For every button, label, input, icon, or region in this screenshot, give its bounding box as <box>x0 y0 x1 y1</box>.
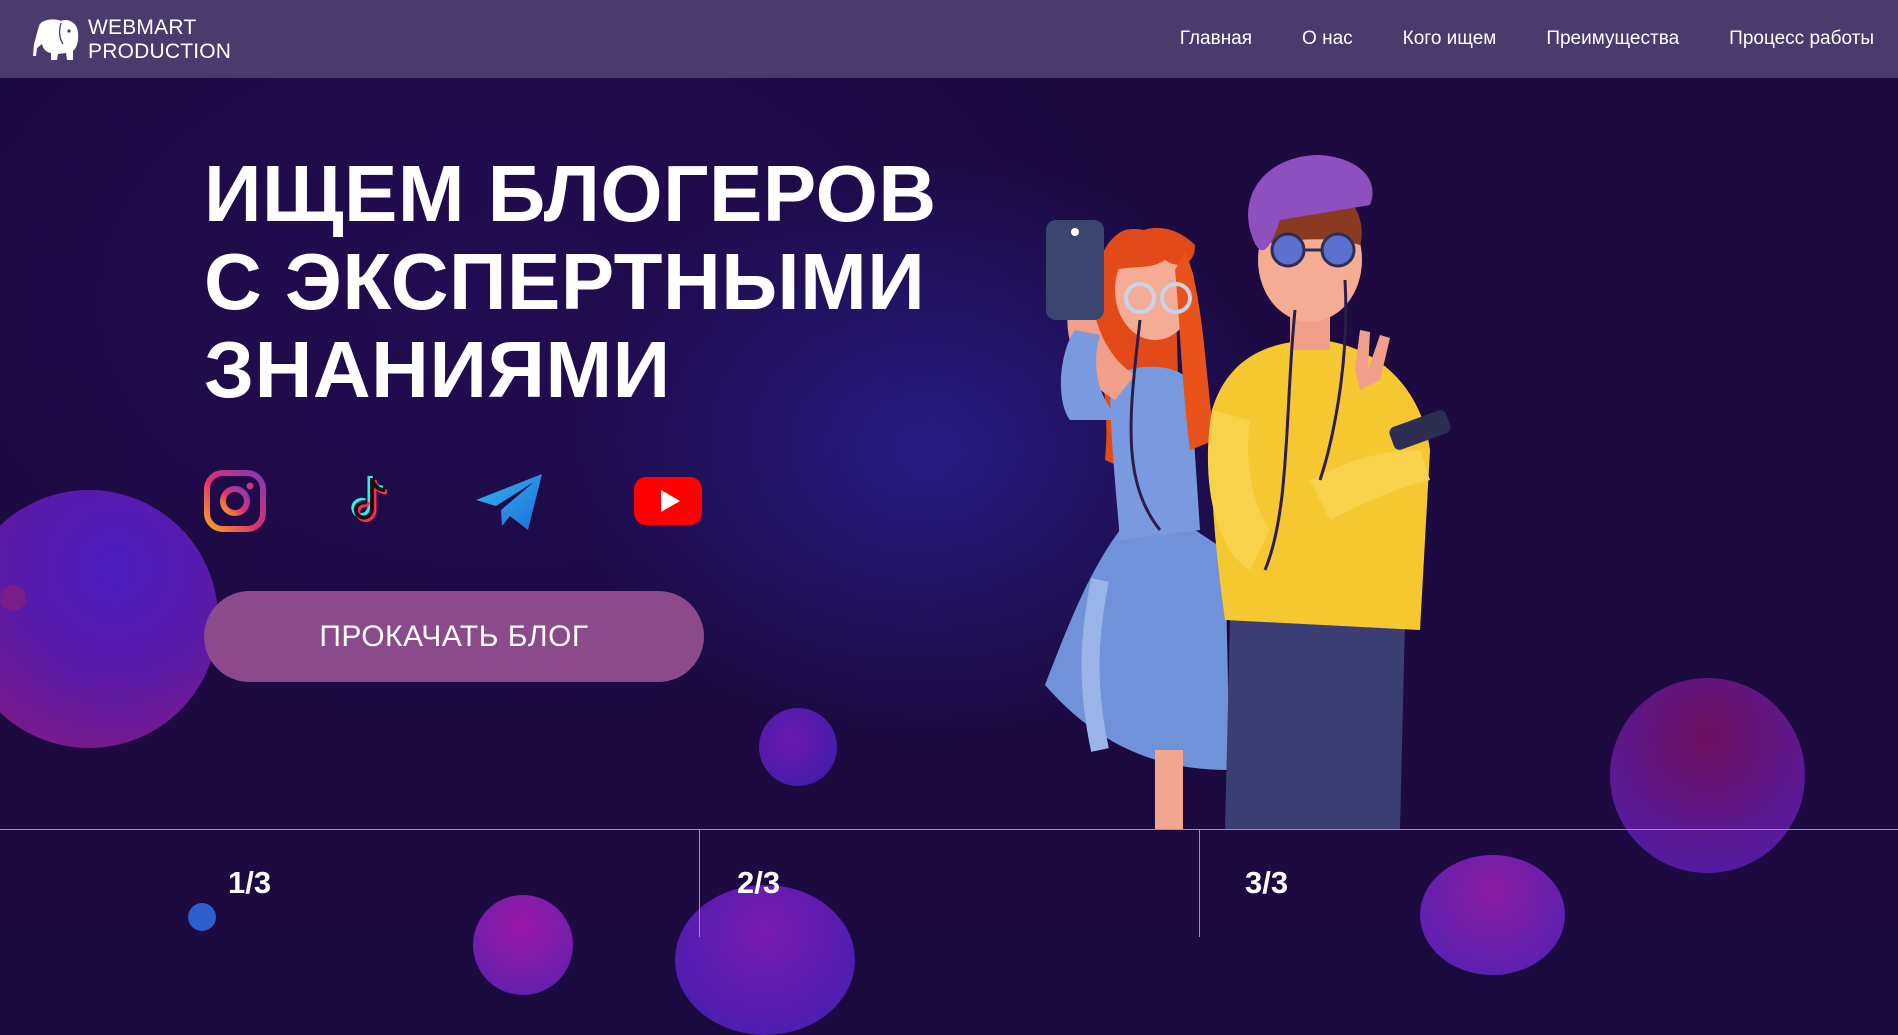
nav-link-about[interactable]: О нас <box>1302 28 1353 50</box>
nav-link-who-we-seek[interactable]: Кого ищем <box>1403 28 1497 50</box>
divider-vertical <box>699 829 700 937</box>
divider-vertical <box>1199 829 1200 937</box>
decor-bubble <box>0 585 26 611</box>
telegram-icon[interactable] <box>474 470 546 532</box>
nav-link-workflow[interactable]: Процесс работы <box>1729 28 1874 50</box>
site-header: WEBMART PRODUCTION Главная О нас Кого ищ… <box>0 0 1898 78</box>
logo-text-line1: WEBMART <box>88 16 197 39</box>
logo[interactable]: WEBMART PRODUCTION <box>33 16 231 64</box>
slide-counter: 2/3 <box>737 865 781 900</box>
slide-counter: 1/3 <box>228 865 272 900</box>
headline-line: С ЭКСПЕРТНЫМИ <box>204 237 926 326</box>
logo-text-line2: PRODUCTION <box>88 40 232 63</box>
bloggers-illustration <box>1045 155 1451 830</box>
tiktok-icon[interactable] <box>339 470 401 532</box>
headline-line: ИЩЕМ БЛОГЕРОВ <box>204 149 937 238</box>
nav-link-home[interactable]: Главная <box>1180 28 1252 50</box>
hero-headline: ИЩЕМ БЛОГЕРОВ С ЭКСПЕРТНЫМИ ЗНАНИЯМИ <box>204 149 937 414</box>
headline-line: ЗНАНИЯМИ <box>204 325 671 414</box>
decor-bubble <box>759 708 837 786</box>
decor-bubble <box>1420 855 1565 975</box>
divider-horizontal <box>0 829 1898 830</box>
decor-bubble <box>473 895 573 995</box>
elephant-logo-icon <box>33 19 79 60</box>
main-nav: Главная О нас Кого ищем Преимущества Про… <box>1130 0 1874 78</box>
youtube-icon[interactable] <box>632 470 704 532</box>
instagram-icon[interactable] <box>204 470 266 532</box>
boost-blog-button[interactable]: ПРОКАЧАТЬ БЛОГ <box>204 591 704 682</box>
decor-bubble <box>1610 678 1805 873</box>
decor-bubble <box>188 903 216 931</box>
slide-counter: 3/3 <box>1245 865 1289 900</box>
decor-bubble <box>675 885 855 1035</box>
nav-link-advantages[interactable]: Преимущества <box>1546 28 1679 50</box>
